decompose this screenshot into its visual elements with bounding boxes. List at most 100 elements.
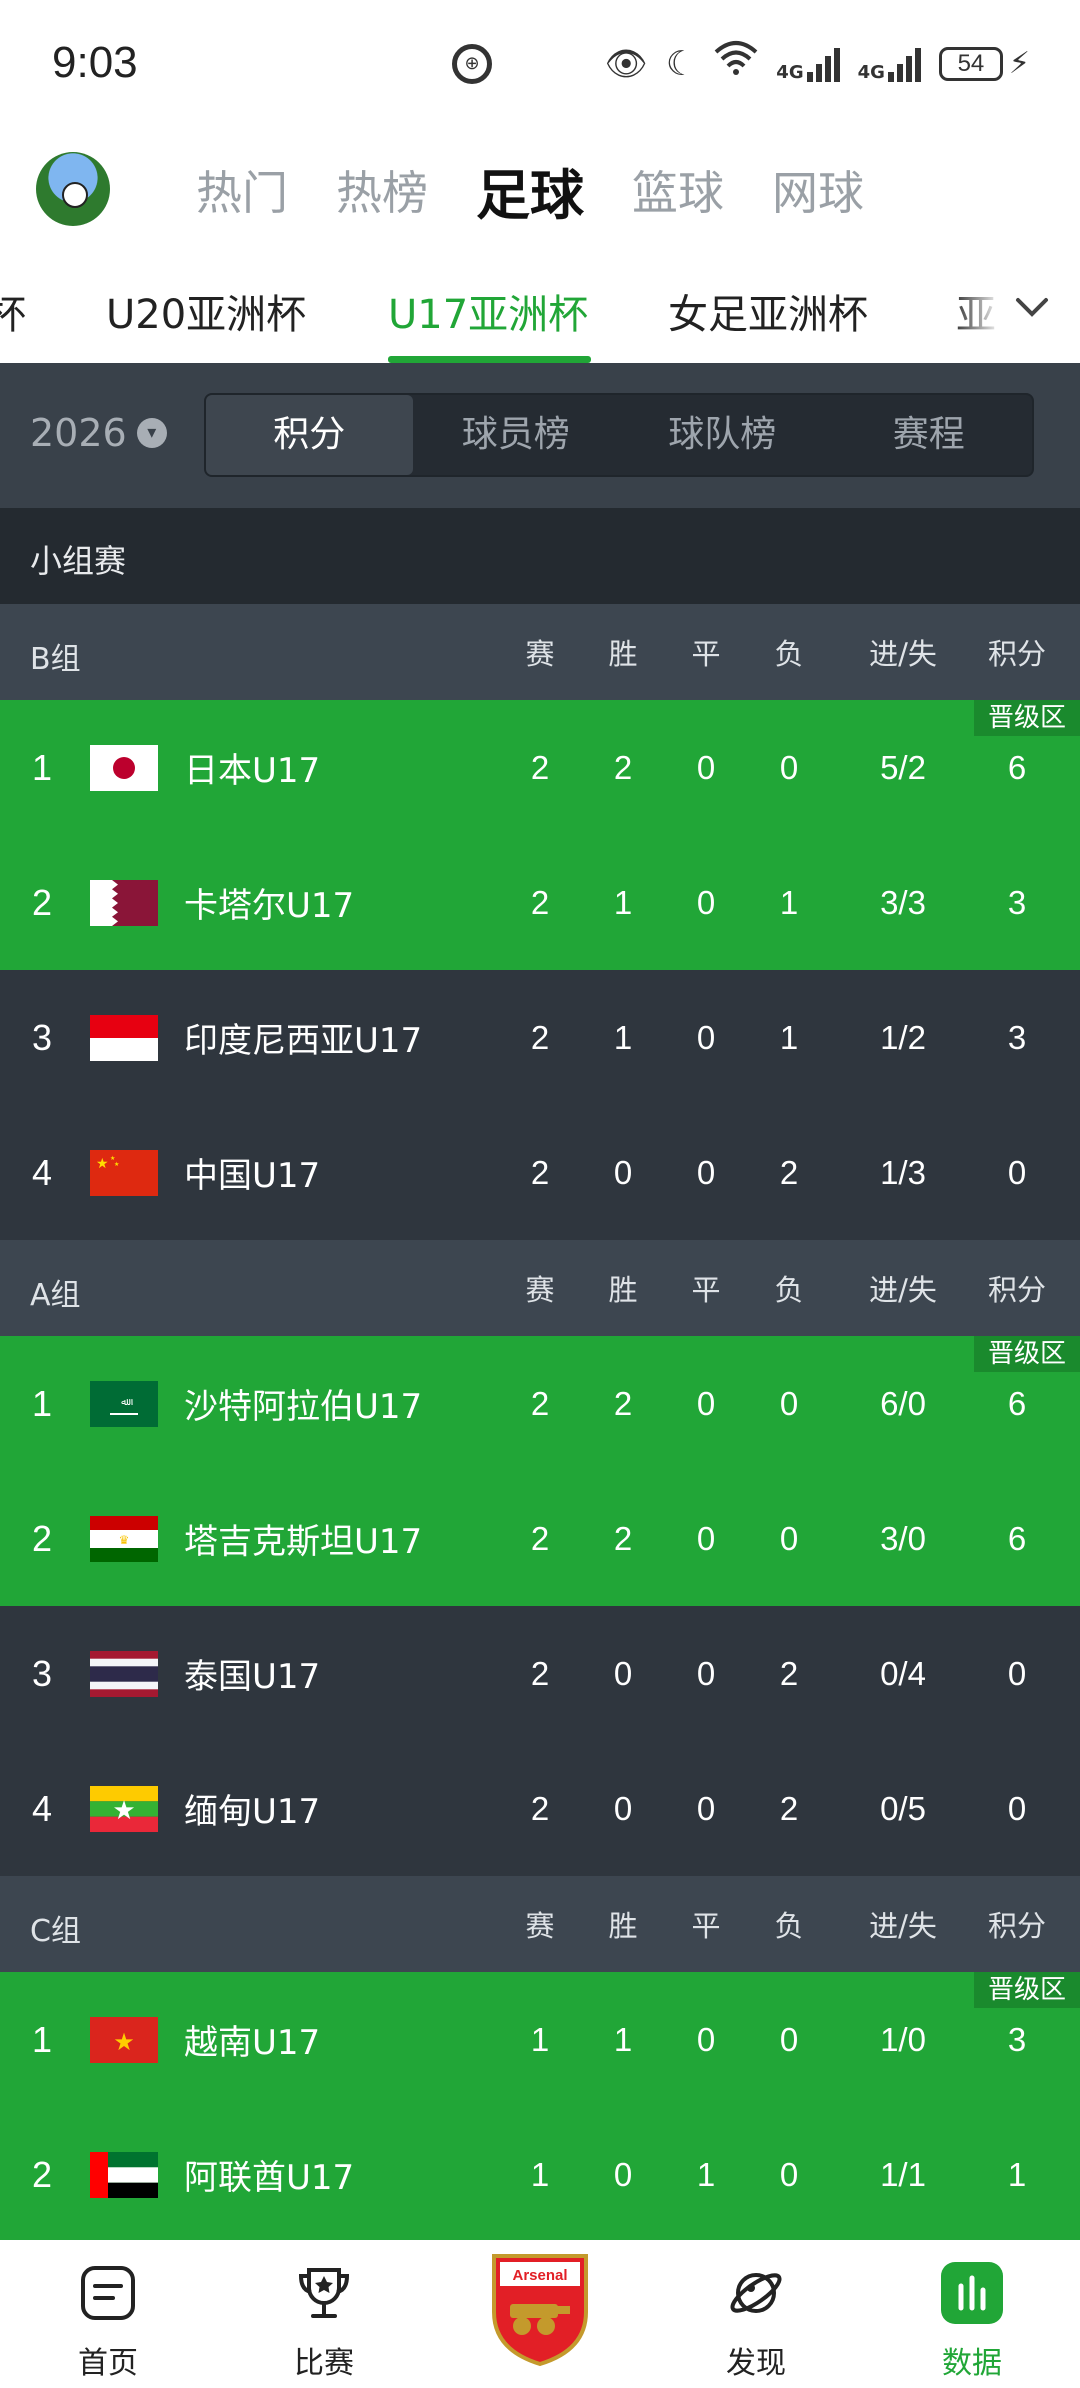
- nav-data-label: 数据: [942, 2346, 1002, 2381]
- stat-gf: 5/2: [880, 748, 926, 786]
- moon-icon: ☾: [665, 43, 697, 84]
- vietnam-flag-icon: ★: [90, 2017, 158, 2063]
- stat-l: 0: [779, 1519, 799, 1557]
- japan-flag-icon: [90, 745, 158, 791]
- nav-club[interactable]: Arsenal: [432, 2240, 648, 2388]
- svg-text:★: ★: [113, 2028, 135, 2056]
- team-row[interactable]: 4 ★ ★ ★ 中国U17 2 0 0 2 1/3 0: [0, 1105, 1080, 1240]
- season-select[interactable]: 2026 ▾: [30, 411, 167, 455]
- team-row[interactable]: 晋级区 1 日本U17 2 2 0 0 5/2 6: [0, 700, 1080, 835]
- stat-w: 2: [613, 1384, 633, 1422]
- team-name: 沙特阿拉伯U17: [184, 1387, 423, 1427]
- standings-table: B组赛胜平负进/失 积分 晋级区 1 日本U17 2 2 0 0 5/2 6 2 卡塔尔U17 2 1 0 1 3…: [0, 604, 1080, 2242]
- wifi-icon: [714, 40, 758, 87]
- nav-data[interactable]: 数据: [864, 2240, 1080, 2388]
- segment-standings[interactable]: 积分: [206, 395, 413, 475]
- stat-w: 2: [613, 748, 633, 786]
- top-nav: 热门 热榜 足球 篮球 网球: [0, 130, 1080, 250]
- tab-tennis[interactable]: 网球: [772, 157, 864, 223]
- signal-2-icon: 4G: [858, 46, 921, 82]
- team-rank: 2: [32, 1517, 53, 1559]
- stat-d: 0: [696, 1654, 716, 1692]
- group-name: A组: [30, 1278, 81, 1313]
- stat-d: 0: [696, 1018, 716, 1056]
- trophy-icon: [298, 2268, 350, 2318]
- arsenal-crest-icon: Arsenal: [492, 2254, 588, 2367]
- football-icon: [62, 182, 88, 208]
- team-rank: 3: [32, 1016, 53, 1058]
- stat-l: 2: [779, 1153, 799, 1191]
- team-row[interactable]: 3 泰国U17 2 0 0 2 0/4 0: [0, 1606, 1080, 1741]
- column-header: 平: [691, 1273, 721, 1307]
- team-name: 塔吉克斯坦U17: [184, 1522, 423, 1562]
- column-header: 进/失: [869, 637, 937, 671]
- column-header: 赛: [525, 1909, 555, 1943]
- indonesia-flag-icon: [90, 1015, 158, 1061]
- stat-pts: 3: [1007, 2020, 1027, 2058]
- stat-w: 1: [613, 883, 633, 921]
- column-header: 积分: [987, 1909, 1046, 1943]
- comp-tab-u17[interactable]: U17亚洲杯: [388, 282, 588, 340]
- team-name: 阿联酋U17: [184, 2158, 355, 2198]
- tab-hot[interactable]: 热门: [196, 157, 288, 223]
- group-name: C组: [30, 1914, 81, 1949]
- segment-teams[interactable]: 球队榜: [619, 395, 826, 475]
- team-row[interactable]: 4 ★ 缅甸U17 2 0 0 2 0/5 0: [0, 1741, 1080, 1876]
- uae-flag-icon: [90, 2152, 158, 2198]
- team-name: 泰国U17: [184, 1657, 321, 1697]
- column-header: 胜: [608, 1273, 638, 1307]
- stat-pts: 0: [1007, 1789, 1027, 1827]
- team-rank: 3: [32, 1652, 53, 1694]
- stat-gf: 6/0: [880, 1384, 926, 1422]
- stat-w: 0: [613, 2155, 633, 2193]
- myanmar-flag-icon: ★: [90, 1786, 158, 1832]
- ai-assistant-icon: ⊕: [452, 44, 492, 84]
- qatar-flag-icon: [90, 880, 158, 926]
- stat-l: 1: [779, 1018, 799, 1056]
- thailand-flag-icon: [90, 1651, 158, 1697]
- stat-p: 2: [530, 1654, 550, 1692]
- nav-discover[interactable]: 发现: [648, 2240, 864, 2388]
- stat-d: 0: [696, 1519, 716, 1557]
- comp-tab-u20[interactable]: U20亚洲杯: [106, 282, 306, 340]
- column-header: 平: [691, 1909, 721, 1943]
- filter-bar: 2026 ▾ 积分 球员榜 球队榜 赛程: [0, 363, 1080, 508]
- team-name: 卡塔尔U17: [184, 886, 355, 926]
- stat-gf: 1/2: [880, 1018, 926, 1056]
- stat-p: 2: [530, 1789, 550, 1827]
- stage-header: 小组赛: [0, 508, 1080, 604]
- segment-schedule[interactable]: 赛程: [826, 395, 1033, 475]
- team-row[interactable]: 2 阿联酋U17 1 0 1 0 1/1 1: [0, 2107, 1080, 2242]
- status-time: 9:03: [52, 38, 138, 87]
- nav-match[interactable]: 比赛: [216, 2240, 432, 2388]
- column-header: 赛: [525, 637, 555, 671]
- team-row[interactable]: 2 ♛ 塔吉克斯坦U17 2 2 0 0 3/0 6: [0, 1471, 1080, 1606]
- tab-trending[interactable]: 热榜: [336, 157, 428, 223]
- tab-basketball[interactable]: 篮球: [632, 157, 724, 223]
- battery-level: 54: [938, 46, 1003, 81]
- bottom-nav: 首页 比赛 Arsenal 发现 数据: [0, 2240, 1080, 2388]
- team-rank: 1: [32, 2018, 53, 2060]
- stat-pts: 3: [1007, 1018, 1027, 1056]
- tab-football[interactable]: 足球: [476, 151, 584, 230]
- team-name: 日本U17: [184, 751, 321, 791]
- team-rank: 4: [32, 1151, 53, 1193]
- stat-gf: 0/5: [880, 1789, 926, 1827]
- team-row[interactable]: 3 印度尼西亚U17 2 1 0 1 1/2 3: [0, 970, 1080, 1105]
- stat-p: 2: [530, 748, 550, 786]
- team-row[interactable]: 晋级区 1 ★ 越南U17 1 1 0 0 1/0 3: [0, 1972, 1080, 2107]
- avatar[interactable]: [36, 152, 110, 226]
- chevron-down-icon[interactable]: [1012, 286, 1052, 326]
- nav-home[interactable]: 首页: [0, 2240, 216, 2388]
- home-icon: [81, 2266, 135, 2320]
- stat-pts: 1: [1007, 2155, 1027, 2193]
- comp-tab-partial[interactable]: 杯: [0, 282, 26, 340]
- stat-w: 2: [613, 1519, 633, 1557]
- china-flag-icon: ★ ★★: [90, 1150, 158, 1196]
- stat-pts: 6: [1007, 748, 1027, 786]
- comp-tab-women[interactable]: 女足亚洲杯: [668, 282, 868, 340]
- column-header: 负: [774, 1909, 804, 1943]
- team-row[interactable]: 晋级区 1 ﷲ 沙特阿拉伯U17 2 2 0 0 6/0 6: [0, 1336, 1080, 1471]
- team-row[interactable]: 2 卡塔尔U17 2 1 0 1 3/3 3: [0, 835, 1080, 970]
- segment-players[interactable]: 球员榜: [413, 395, 620, 475]
